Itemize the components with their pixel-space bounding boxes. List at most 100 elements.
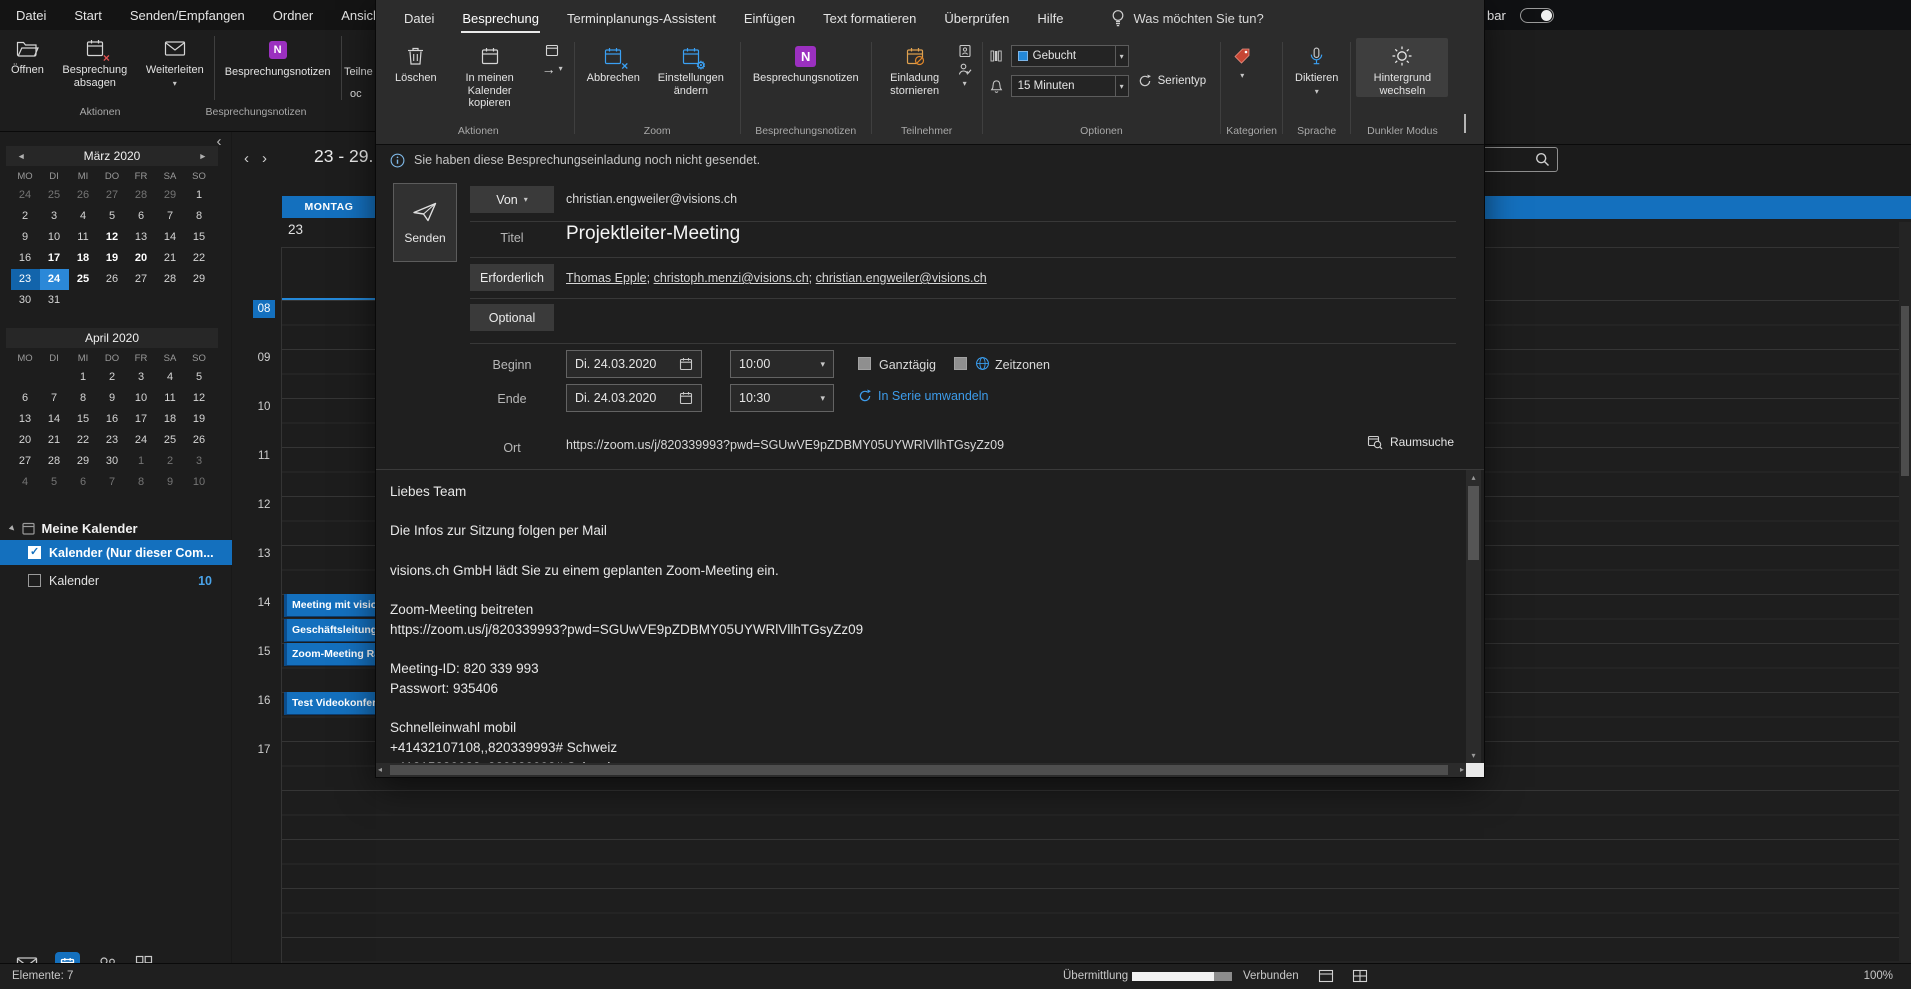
mini-cal-day[interactable]: 25 (156, 430, 185, 451)
meeting-tab-text-formatieren[interactable]: Text formatieren (809, 0, 930, 36)
mini-cal-day[interactable]: 10 (127, 388, 156, 409)
mini-cal-day[interactable]: 18 (69, 248, 98, 269)
besprechungsnotizen-button[interactable]: Besprechungsnotizen (218, 30, 338, 106)
mini-cal-day[interactable]: 14 (40, 409, 69, 430)
calendar-list-item[interactable]: Kalender (Nur dieser Com... (0, 540, 232, 565)
mini-cal-day[interactable]: 24 (40, 269, 69, 290)
start-date-field[interactable]: Di. 24.03.2020 (566, 350, 702, 378)
mini-cal-day[interactable]: 26 (185, 430, 214, 451)
subject-input[interactable]: Projektleiter-Meeting (566, 223, 740, 245)
mini-cal-day[interactable]: 4 (11, 472, 40, 493)
calendar-event[interactable]: Geschäftsleitungs (284, 619, 376, 642)
calendar-event[interactable]: Zoom-Meeting Ra (284, 643, 376, 666)
mini-cal-day[interactable]: 29 (185, 269, 214, 290)
meeting-tab-einfügen[interactable]: Einfügen (730, 0, 809, 36)
scrollbar-thumb[interactable] (390, 765, 1448, 775)
mini-cal-day[interactable]: 7 (156, 206, 185, 227)
end-date-field[interactable]: Di. 24.03.2020 (566, 384, 702, 412)
prev-month-icon[interactable]: ◄ (6, 151, 36, 161)
time-gutter-hour[interactable]: 15 (232, 643, 282, 692)
mini-cal-day[interactable]: 30 (98, 451, 127, 472)
mini-cal-day[interactable]: 2 (98, 367, 127, 388)
serientyp-button[interactable]: Serientyp (1138, 74, 1207, 88)
chevron-down-icon[interactable]: ▾ (820, 359, 825, 370)
end-time-field[interactable]: 10:30 ▾ (730, 384, 834, 412)
calendar-checkbox-checked[interactable] (28, 546, 41, 559)
grid-view-icon[interactable] (1352, 968, 1368, 987)
mini-cal-day[interactable]: 5 (185, 367, 214, 388)
mini-cal-day[interactable]: 28 (40, 451, 69, 472)
search-box[interactable] (1484, 147, 1558, 172)
calendar-checkbox-unchecked[interactable] (28, 574, 41, 587)
mini-cal-day[interactable]: 9 (11, 227, 40, 248)
main-tab-datei[interactable]: Datei (2, 0, 60, 30)
zoom-level[interactable]: 100% (1864, 970, 1893, 982)
chevron-down-icon[interactable]: ▾ (820, 393, 825, 404)
tell-me-box[interactable]: Was möchten Sie tun? (1111, 9, 1263, 27)
mini-cal-day[interactable]: 21 (156, 248, 185, 269)
recipient-link[interactable]: Thomas Epple (566, 271, 647, 285)
date-picker-icon[interactable] (679, 357, 693, 371)
in-kalender-kopieren-button[interactable]: In meinen Kalender kopieren (444, 38, 536, 110)
time-gutter-hour[interactable]: 08 (232, 300, 282, 349)
time-gutter-hour[interactable]: 12 (232, 496, 282, 545)
mini-cal-day[interactable]: 31 (40, 290, 69, 311)
senden-button[interactable]: Senden (393, 183, 457, 262)
meeting-tab-datei[interactable]: Datei (390, 0, 448, 36)
mini-cal-day[interactable]: 1 (69, 367, 98, 388)
from-address[interactable]: christian.engweiler@visions.ch (566, 192, 737, 206)
mini-cal-day[interactable]: 8 (185, 206, 214, 227)
mini-cal-day[interactable]: 8 (69, 388, 98, 409)
mini-cal-day[interactable]: 12 (98, 227, 127, 248)
mini-cal-day[interactable]: 6 (69, 472, 98, 493)
time-gutter-hour[interactable]: 11 (232, 447, 282, 496)
date-picker-icon[interactable] (679, 391, 693, 405)
ganztaegig-checkbox[interactable] (858, 357, 871, 370)
mini-cal-day[interactable]: 3 (40, 206, 69, 227)
mini-cal-day[interactable]: 11 (156, 388, 185, 409)
meeting-tab-überprüfen[interactable]: Überprüfen (930, 0, 1023, 36)
mini-cal-day[interactable]: 17 (127, 409, 156, 430)
von-button[interactable]: Von ▾ (470, 186, 554, 213)
mini-cal-day[interactable]: 4 (69, 206, 98, 227)
besprechung-absagen-button[interactable]: × Besprechung absagen (51, 30, 139, 106)
mini-cal-day[interactable]: 5 (98, 206, 127, 227)
reminder-dropdown[interactable]: 15 Minuten ▾ (1011, 75, 1129, 97)
mini-cal-day[interactable]: 24 (127, 430, 156, 451)
mini-cal-day[interactable]: 7 (98, 472, 127, 493)
erforderlich-button[interactable]: Erforderlich (470, 264, 554, 291)
reading-view-icon[interactable] (1318, 968, 1334, 987)
chevron-down-icon[interactable]: ▾ (963, 80, 967, 88)
mini-cal-day[interactable]: 7 (40, 388, 69, 409)
mini-cal-day[interactable]: 10 (40, 227, 69, 248)
scroll-right-icon[interactable]: ▸ (1460, 765, 1464, 774)
mini-cal-day[interactable]: 3 (127, 367, 156, 388)
recipient-link[interactable]: christian.engweiler@visions.ch (816, 271, 987, 285)
mini-cal-day[interactable]: 26 (69, 185, 98, 206)
time-gutter-hour[interactable]: 13 (232, 545, 282, 594)
mini-cal-day[interactable]: 13 (11, 409, 40, 430)
scroll-down-icon[interactable]: ▾ (1466, 751, 1481, 760)
diktieren-button[interactable]: Diktieren ▾ (1288, 38, 1345, 96)
loeschen-button[interactable]: Löschen (388, 38, 444, 85)
zeitzonen-checkbox[interactable] (954, 357, 967, 370)
main-tab-ansicht[interactable]: Ansicht (327, 0, 376, 30)
scroll-left-icon[interactable]: ◂ (378, 765, 382, 774)
mini-cal-day[interactable]: 27 (127, 269, 156, 290)
body-vertical-scrollbar[interactable]: ▴ ▾ (1466, 470, 1481, 763)
mini-cal-day[interactable]: 10 (185, 472, 214, 493)
mini-cal-day[interactable]: 19 (98, 248, 127, 269)
scrollbar-thumb[interactable] (1901, 306, 1909, 476)
mini-cal-day[interactable]: 6 (127, 206, 156, 227)
time-gutter-hour[interactable]: 17 (232, 741, 282, 790)
mini-cal-day[interactable]: 23 (11, 269, 40, 290)
mini-cal-day[interactable]: 30 (11, 290, 40, 311)
mini-cal-day[interactable]: 28 (127, 185, 156, 206)
mini-cal-day[interactable]: 6 (11, 388, 40, 409)
mini-cal-day[interactable]: 16 (11, 248, 40, 269)
mini-cal-day[interactable]: 14 (156, 227, 185, 248)
optional-button[interactable]: Optional (470, 304, 554, 331)
mini-cal-day[interactable]: 16 (98, 409, 127, 430)
mini-cal-day[interactable]: 1 (127, 451, 156, 472)
next-month-icon[interactable]: ► (188, 151, 218, 161)
